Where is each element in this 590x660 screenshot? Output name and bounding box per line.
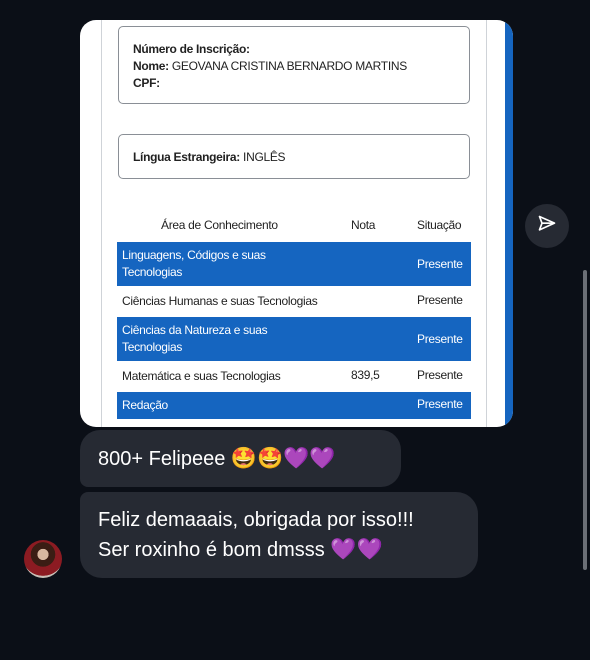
inscricao-label: Número de Inscrição: (133, 42, 250, 56)
table-row: Redação Presente (117, 392, 471, 419)
card-border-right (486, 20, 487, 427)
header-area: Área de Conhecimento (161, 218, 278, 232)
user-avatar[interactable] (24, 540, 62, 578)
row-situacao: Presente (417, 257, 463, 271)
scrollbar[interactable] (583, 270, 587, 570)
lingua-label: Língua Estrangeira: (133, 150, 240, 164)
message-bubble[interactable]: Feliz demaaais, obrigada por isso!!! Ser… (80, 492, 478, 578)
row-area: Matemática e suas Tecnologias (122, 369, 281, 383)
grades-table: Área de Conhecimento Nota Situação Lingu… (117, 208, 471, 419)
identification-box: Número de Inscrição: Nome: GEOVANA CRIST… (118, 26, 470, 104)
row-situacao: Presente (417, 293, 463, 307)
paper-plane-icon (537, 214, 557, 239)
header-situacao: Situação (417, 218, 462, 232)
nome-label: Nome: (133, 59, 169, 73)
message-bubble[interactable]: 800+ Felipeee 🤩🤩💜💜 (80, 430, 401, 487)
table-row: Linguagens, Códigos e suas Tecnologias P… (117, 242, 471, 286)
table-row: Ciências da Natureza e suas Tecnologias … (117, 317, 471, 361)
share-button[interactable] (525, 204, 569, 248)
row-area: Ciências Humanas e suas Tecnologias (122, 294, 318, 308)
message-text-line2: Ser roxinho é bom dmsss (98, 539, 325, 561)
card-accent-stripe (505, 20, 513, 427)
cpf-label: CPF: (133, 76, 160, 90)
row-area: Ciências da Natureza e suas Tecnologias (122, 323, 268, 354)
row-nota: 839,5 (351, 368, 380, 382)
row-situacao: Presente (417, 332, 463, 346)
table-row: Matemática e suas Tecnologias 839,5 Pres… (117, 363, 471, 390)
table-row: Ciências Humanas e suas Tecnologias Pres… (117, 288, 471, 315)
row-situacao: Presente (417, 368, 463, 382)
row-area: Linguagens, Códigos e suas Tecnologias (122, 248, 266, 279)
language-box: Língua Estrangeira: INGLÊS (118, 134, 470, 179)
nome-value: GEOVANA CRISTINA BERNARDO MARTINS (171, 59, 407, 73)
row-situacao: Presente (417, 397, 463, 411)
lingua-value: INGLÊS (243, 150, 286, 164)
row-area: Redação (122, 398, 168, 412)
table-header: Área de Conhecimento Nota Situação (117, 208, 471, 242)
emoji-group: 🤩🤩💜💜 (230, 447, 336, 470)
emoji-group: 💜💜 (330, 538, 383, 561)
message-text: 800+ Felipeee (98, 448, 226, 470)
header-nota: Nota (351, 218, 376, 232)
message-text-line1: Feliz demaaais, obrigada por isso!!! (98, 509, 414, 531)
shared-image-card[interactable]: Número de Inscrição: Nome: GEOVANA CRIST… (80, 20, 513, 427)
card-border-left (101, 20, 102, 427)
